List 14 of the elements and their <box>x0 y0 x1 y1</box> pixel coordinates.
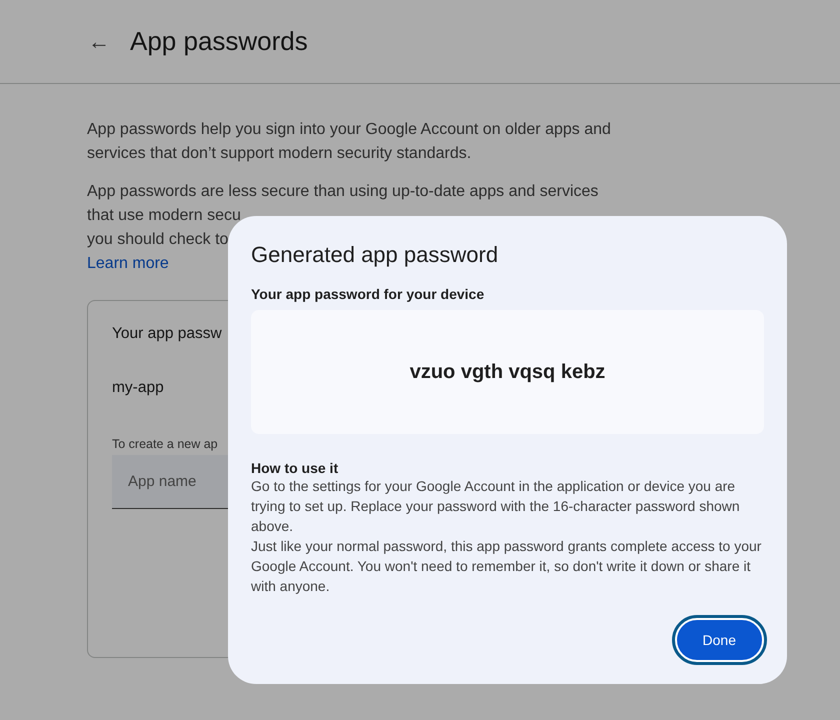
app-name: my-app <box>112 379 165 397</box>
howto-paragraph: Just like your normal password, this app password grants complete access to your Google Account. You won't need to remember it, so don't write it down or share it with anyone. <box>251 537 762 596</box>
card-title: Your app passw <box>112 325 223 343</box>
back-button[interactable]: ← <box>84 28 114 54</box>
intro-paragraph: App passwords help you sign into your Google Account on older apps and services that don’t support modern security standards. <box>87 120 612 164</box>
learn-more-link[interactable]: Learn more <box>87 252 169 276</box>
howto-paragraph: Go to the settings for your Google Account in the application or device you are trying to set up. Replace your password with the 16-character password shown above. <box>251 477 741 536</box>
password-label: Your app password for your device <box>251 286 486 302</box>
generated-password: vzuo vgth vqsq kebz <box>410 360 606 384</box>
howto-title: How to use it <box>251 460 340 476</box>
page-title: App passwords <box>130 26 308 57</box>
create-hint: To create a new ap <box>112 437 219 451</box>
dialog-title: Generated app password <box>251 242 500 268</box>
done-button[interactable]: Done <box>674 618 764 662</box>
